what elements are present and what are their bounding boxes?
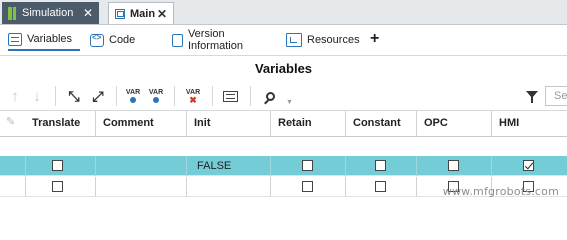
simulation-icon (8, 6, 16, 20)
cell-comment[interactable] (95, 156, 186, 176)
add-variable-icon[interactable]: VAR (123, 86, 143, 106)
column-header-constant[interactable]: Constant (345, 111, 416, 136)
translate-checkbox[interactable] (52, 181, 63, 192)
tab-simulation[interactable]: Simulation ✕ (2, 2, 99, 24)
cell-constant (345, 177, 416, 197)
toolbar-divider (116, 86, 117, 106)
tab-variables-label: Variables (27, 33, 73, 45)
panel-title: Variables (254, 61, 313, 76)
opc-checkbox[interactable] (448, 160, 459, 171)
table-header: ✎ Translate Comment Init Retain Constant… (0, 111, 567, 137)
cell-init[interactable]: FALSE (186, 156, 270, 176)
cell-translate (25, 156, 95, 176)
toolbar: ↑ ↓ ⤡ ⤢ VAR VAR VAR ✖ ▼ (0, 82, 567, 111)
resources-icon (286, 33, 302, 47)
move-up-icon[interactable]: ↑ (5, 86, 25, 106)
tab-resources-label: Resources (307, 34, 360, 46)
toolbar-divider (250, 86, 251, 106)
close-icon[interactable]: ✕ (83, 7, 93, 19)
search-icon[interactable] (260, 86, 280, 106)
retain-checkbox[interactable] (302, 181, 313, 192)
constant-checkbox[interactable] (375, 181, 386, 192)
table-row[interactable]: FALSE (0, 156, 567, 176)
search-input[interactable]: Se (545, 86, 567, 106)
grid-icon (8, 32, 22, 46)
code-icon (90, 33, 104, 47)
table-view-icon[interactable] (220, 86, 240, 106)
tab-code-label: Code (109, 34, 136, 46)
tab-version-information[interactable]: Version Information (172, 28, 282, 52)
expand-all-icon[interactable]: ⤢ (88, 86, 108, 106)
chevron-down-icon[interactable]: ▼ (286, 99, 293, 106)
column-header-hmi[interactable]: HMI (491, 111, 567, 136)
cell-constant (345, 156, 416, 176)
column-header-comment[interactable]: Comment (95, 111, 186, 136)
filter-icon[interactable] (526, 91, 538, 103)
tab-code[interactable]: Code (90, 29, 162, 51)
hmi-checkbox[interactable] (523, 160, 534, 171)
tab-variables[interactable]: Variables (8, 29, 80, 51)
table-row-spacer (0, 137, 567, 156)
add-tab-button[interactable]: + (370, 31, 379, 47)
cell-hmi (491, 156, 567, 176)
init-value: FALSE (197, 160, 232, 172)
tab-resources[interactable]: Resources (286, 29, 362, 51)
column-header-opc[interactable]: OPC (416, 111, 491, 136)
toolbar-divider (55, 86, 56, 106)
collapse-all-icon[interactable]: ⤡ (64, 86, 84, 106)
translate-checkbox[interactable] (52, 160, 63, 171)
add-variable-below-icon[interactable]: VAR (146, 86, 166, 106)
var-label: VAR (148, 89, 164, 96)
cell-opc (416, 156, 491, 176)
column-header-init[interactable]: Init (186, 111, 270, 136)
close-icon[interactable]: ✕ (157, 8, 167, 20)
move-down-icon[interactable]: ↓ (27, 86, 47, 106)
cell-comment[interactable] (95, 177, 186, 197)
tab-main-label: Main (130, 7, 156, 20)
cell-retain (270, 156, 345, 176)
toolbar-divider (174, 86, 175, 106)
retain-checkbox[interactable] (302, 160, 313, 171)
cell-retain (270, 177, 345, 197)
cell-init[interactable] (186, 177, 270, 197)
document-icon (172, 33, 183, 47)
tab-main[interactable]: Main ✕ (108, 2, 174, 24)
watermark: www.mfgrobots.com (442, 185, 559, 198)
constant-checkbox[interactable] (375, 160, 386, 171)
column-header-retain[interactable]: Retain (270, 111, 345, 136)
column-header-translate[interactable]: Translate (25, 111, 95, 136)
document-tab-bar: Simulation ✕ Main ✕ (0, 0, 567, 25)
main-icon (115, 8, 125, 19)
tab-version-information-label: Version Information (187, 28, 243, 52)
toolbar-divider (212, 86, 213, 106)
tab-simulation-label: Simulation (22, 7, 74, 19)
cell-translate (25, 177, 95, 197)
var-label: VAR (125, 89, 141, 96)
editor-tab-bar: Variables Code Version Information Resou… (0, 25, 567, 56)
delete-variable-icon[interactable]: VAR ✖ (183, 86, 203, 106)
eraser-icon[interactable]: ✎ (6, 117, 16, 128)
